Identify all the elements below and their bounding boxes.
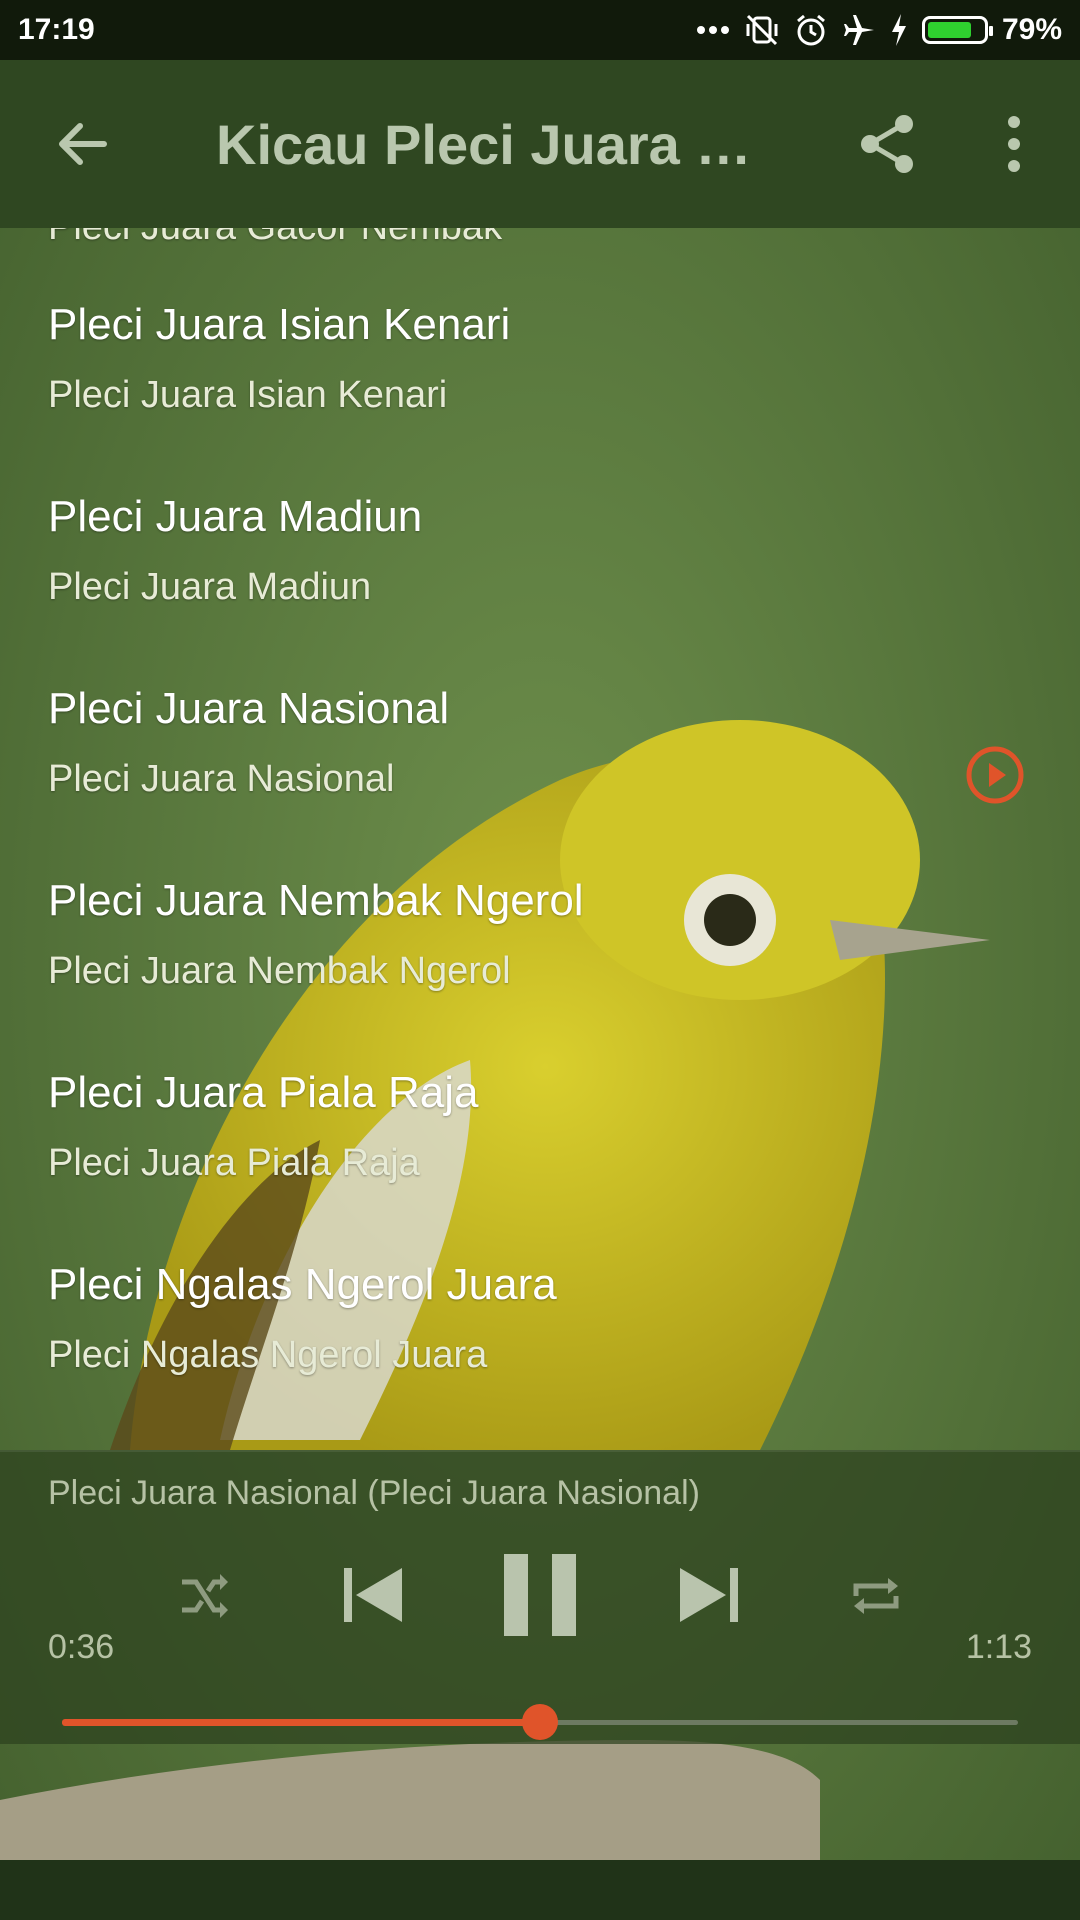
song-subtitle: Pleci Ngalas Ngerol Juara	[48, 1334, 488, 1376]
back-arrow-icon	[59, 123, 107, 165]
song-subtitle: Pleci Juara Gacor Nembak	[48, 228, 502, 249]
song-item[interactable]: Pleci Juara Piala Raja Pleci Juara Piala…	[0, 1054, 1080, 1246]
next-icon	[680, 1568, 738, 1622]
song-subtitle: Pleci Juara Nasional	[48, 758, 395, 800]
airplane-icon	[842, 13, 876, 47]
alarm-icon	[794, 13, 828, 47]
vibrate-off-icon	[744, 12, 780, 48]
song-title: Pleci Juara Nasional	[48, 684, 450, 733]
song-subtitle: Pleci Juara Madiun	[48, 566, 372, 608]
charging-icon	[890, 14, 908, 46]
seek-bar[interactable]	[62, 1702, 1018, 1742]
now-playing-title: Pleci Juara Nasional (Pleci Juara Nasion…	[48, 1474, 700, 1512]
app-title: Kicau Pleci Juara &...	[216, 113, 776, 176]
now-playing-indicator[interactable]	[964, 744, 1026, 806]
total-time: 1:13	[965, 1628, 1032, 1666]
song-title: Pleci Ngalas Ngerol Juara	[48, 1260, 557, 1309]
song-item[interactable]: Pleci Juara Gacor Nembak	[0, 228, 1080, 286]
player-panel: Pleci Juara Nasional (Pleci Juara Nasion…	[0, 1450, 1080, 1744]
song-title: Pleci Juara Madiun	[48, 492, 423, 541]
shuffle-button[interactable]	[176, 1568, 232, 1624]
previous-button[interactable]	[340, 1560, 406, 1630]
battery-icon	[921, 16, 993, 44]
pause-button[interactable]	[500, 1550, 580, 1640]
song-subtitle: Pleci Juara Piala Raja	[48, 1142, 420, 1184]
pause-icon	[504, 1554, 576, 1636]
back-button[interactable]	[50, 112, 114, 176]
more-dots-icon	[696, 25, 730, 35]
repeat-button[interactable]	[846, 1566, 906, 1626]
song-list[interactable]: Pleci Juara Gacor Nembak Pleci Juara Isi…	[0, 228, 1080, 1450]
song-item-playing[interactable]: Pleci Juara Nasional Pleci Juara Nasiona…	[0, 670, 1080, 862]
next-button[interactable]	[676, 1560, 742, 1630]
seek-thumb[interactable]	[522, 1704, 558, 1740]
song-subtitle: Pleci Juara Isian Kenari	[48, 374, 448, 416]
status-bar: 17:19 79%	[0, 0, 1080, 60]
song-subtitle: Pleci Juara Nembak Ngerol	[48, 950, 511, 992]
song-title: Pleci Juara Piala Raja	[48, 1068, 479, 1117]
song-title: Pleci Juara Isian Kenari	[48, 300, 511, 349]
play-circle-icon	[966, 746, 1024, 804]
song-title: Pleci Juara Nembak Ngerol	[48, 876, 584, 925]
status-time: 17:19	[18, 13, 95, 46]
song-item[interactable]: Pleci Ngalas Ngerol Juara Pleci Ngalas N…	[0, 1246, 1080, 1438]
elapsed-time: 0:36	[48, 1628, 115, 1666]
share-icon	[861, 115, 913, 173]
song-item[interactable]: Pleci Juara Isian Kenari Pleci Juara Isi…	[0, 286, 1080, 478]
seek-progress	[62, 1719, 540, 1726]
share-button[interactable]	[856, 112, 920, 176]
app-bar: Kicau Pleci Juara &...	[0, 60, 1080, 228]
previous-icon	[344, 1568, 402, 1622]
repeat-icon	[853, 1578, 899, 1614]
song-item[interactable]: Pleci Juara Nembak Ngerol Pleci Juara Ne…	[0, 862, 1080, 1054]
song-item[interactable]: Pleci Juara Madiun Pleci Juara Madiun	[0, 478, 1080, 670]
overflow-menu-button[interactable]	[990, 112, 1038, 176]
overflow-menu-icon	[1008, 116, 1020, 172]
shuffle-icon	[182, 1574, 228, 1618]
battery-percent: 79%	[1001, 13, 1062, 46]
